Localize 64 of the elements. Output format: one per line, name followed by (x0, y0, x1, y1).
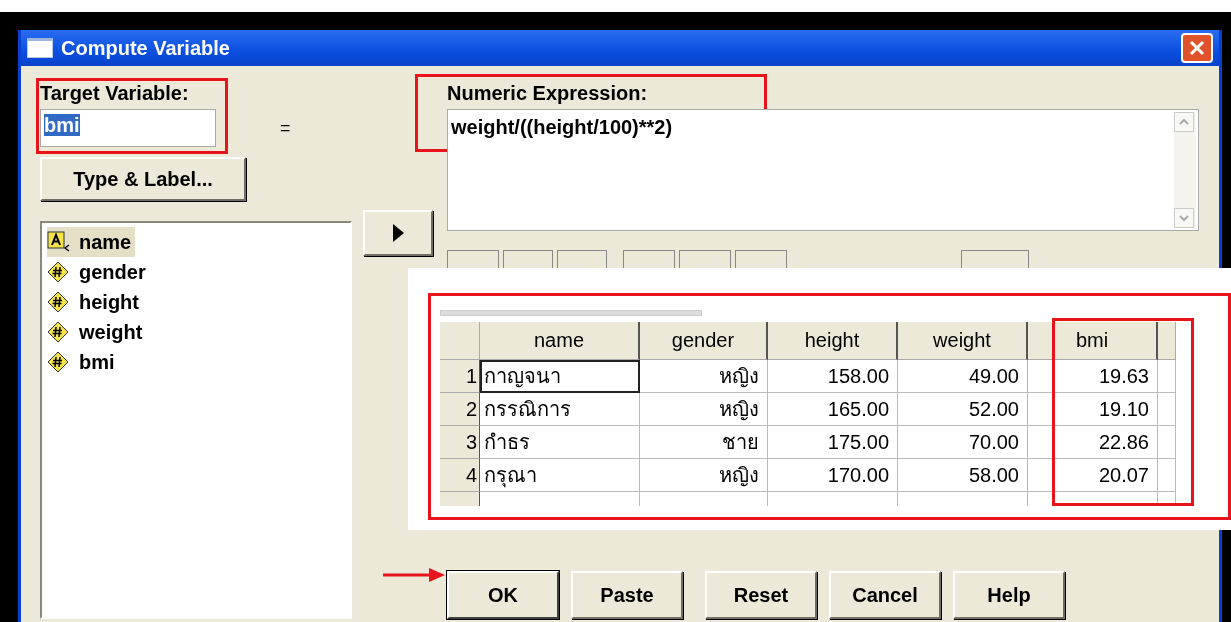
row-number (440, 492, 480, 506)
type-label-button[interactable]: Type & Label... (40, 157, 246, 201)
row-number: 3 (440, 426, 480, 459)
field-label: Numeric Expression: (447, 82, 649, 105)
dialog-button[interactable]: Paste (571, 571, 683, 619)
table-cell (1158, 360, 1176, 393)
move-button[interactable] (363, 210, 433, 256)
row-number: 2 (440, 393, 480, 426)
table-cell: 52.00 (898, 393, 1028, 426)
dialog-button[interactable]: OK (447, 571, 559, 619)
table-cell: กำธร (480, 426, 640, 459)
table-cell: 165.00 (768, 393, 898, 426)
dialog-button[interactable]: Cancel (829, 571, 941, 619)
equals-sign: = (280, 117, 291, 139)
pointer-arrow (383, 566, 447, 584)
close-icon (1188, 39, 1206, 57)
table-cell: 22.86 (1028, 426, 1158, 459)
corner-cell (440, 322, 480, 360)
table-cell: กรุณา (480, 459, 640, 492)
table-cell (1158, 393, 1176, 426)
table-cell: 175.00 (768, 426, 898, 459)
dialog-button[interactable]: Help (953, 571, 1065, 619)
variable-item[interactable]: gender (47, 257, 150, 287)
close-button[interactable] (1181, 33, 1213, 63)
table-cell: 20.07 (1028, 459, 1158, 492)
column-header[interactable]: height (768, 322, 898, 360)
dialog-button[interactable]: Reset (705, 571, 817, 619)
field-label: Target Variable: (40, 82, 190, 105)
scroll-up-icon[interactable] (1174, 112, 1194, 132)
table-cell: กรรณิการ (480, 393, 640, 426)
table-cell: 170.00 (768, 459, 898, 492)
table-cell: 19.63 (1028, 360, 1158, 393)
window-title: Compute Variable (61, 36, 231, 60)
expression-field[interactable]: weight/((height/100)**2) (447, 109, 1199, 231)
window-icon (27, 38, 53, 58)
table-cell (1158, 459, 1176, 492)
target-variable-field[interactable]: bmi (40, 109, 216, 147)
play-icon (391, 223, 405, 243)
column-header[interactable]: weight (898, 322, 1028, 360)
table-cell (1158, 426, 1176, 459)
table-cell: 70.00 (898, 426, 1028, 459)
table-cell: 58.00 (898, 459, 1028, 492)
variable-item[interactable]: weight (47, 317, 147, 347)
table-cell: หญิง (640, 360, 768, 393)
table-cell: หญิง (640, 459, 768, 492)
column-header[interactable]: bmi (1028, 322, 1158, 360)
variable-item[interactable]: height (47, 287, 143, 317)
column-header[interactable]: gender (640, 322, 768, 360)
row-number: 1 (440, 360, 480, 393)
variable-list[interactable]: name gender height weight bmi (40, 221, 352, 619)
scroll-bar[interactable] (1174, 112, 1196, 228)
row-number: 4 (440, 459, 480, 492)
scroll-bar[interactable] (440, 310, 702, 316)
scroll-down-icon[interactable] (1174, 208, 1194, 228)
variable-item[interactable]: name (47, 227, 136, 257)
table-cell: 158.00 (768, 360, 898, 393)
table-cell: 19.10 (1028, 393, 1158, 426)
table-cell: หญิง (640, 393, 768, 426)
table-cell: กาญจนา (480, 360, 640, 393)
column-header[interactable]: name (480, 322, 640, 360)
column-header[interactable] (1158, 322, 1176, 360)
table-cell: 49.00 (898, 360, 1028, 393)
variable-item[interactable]: bmi (47, 347, 119, 377)
table-cell: ชาย (640, 426, 768, 459)
